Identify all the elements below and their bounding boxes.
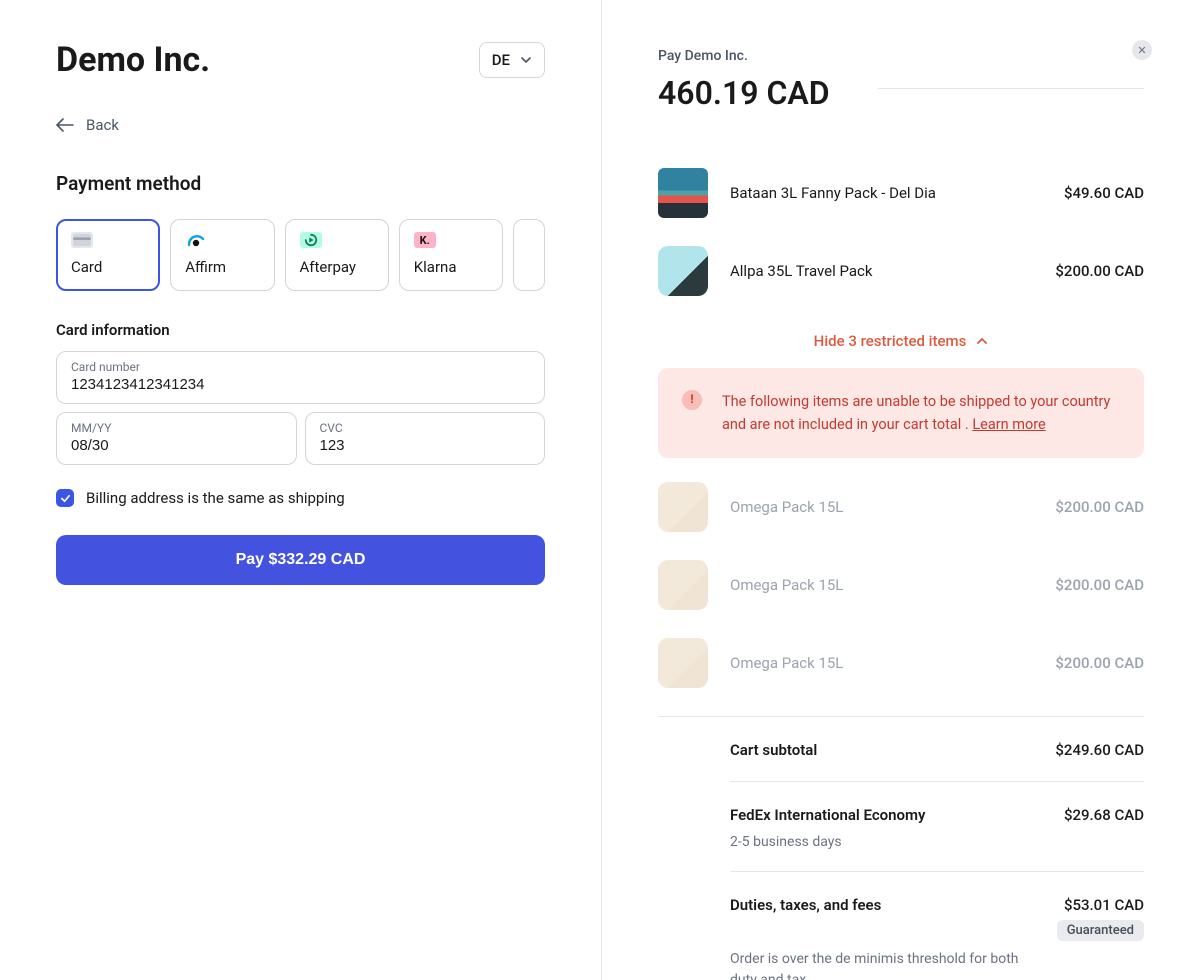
pay-button[interactable]: Pay $332.29 CAD <box>56 535 545 585</box>
shipping-label: FedEx International Economy <box>730 806 925 824</box>
product-price: $200.00 CAD <box>1055 576 1144 594</box>
line-item: Bataan 3L Fanny Pack - Del Dia $49.60 CA… <box>658 154 1144 232</box>
subtotal-label: Cart subtotal <box>730 741 817 759</box>
payment-method-title: Payment method <box>56 172 545 195</box>
card-expiry-input[interactable] <box>71 435 282 454</box>
card-number-field[interactable]: Card number <box>56 351 545 404</box>
payment-option-label: Affirm <box>185 258 259 276</box>
chevron-down-icon <box>520 54 532 66</box>
payment-option-afterpay[interactable]: Afterpay <box>285 219 389 291</box>
close-button[interactable]: ✕ <box>1132 40 1152 60</box>
product-name: Omega Pack 15L <box>730 654 1033 672</box>
payment-option-label: Card <box>71 258 145 276</box>
payment-option-card[interactable]: Card <box>56 219 160 291</box>
affirm-icon <box>185 232 207 248</box>
duties-value: $53.01 CAD <box>1064 896 1144 914</box>
card-number-label: Card number <box>71 360 530 374</box>
payment-option-klarna[interactable]: K. Klarna <box>399 219 503 291</box>
back-button[interactable]: Back <box>56 116 545 134</box>
warning-icon: ! <box>682 390 702 410</box>
billing-same-row[interactable]: Billing address is the same as shipping <box>56 489 545 507</box>
card-icon <box>71 232 93 248</box>
card-cvc-field[interactable]: CVC <box>305 412 546 465</box>
summary-section: Cart subtotal $249.60 CAD FedEx Internat… <box>658 717 1144 980</box>
card-cvc-input[interactable] <box>320 435 531 454</box>
subtotal-value: $249.60 CAD <box>1055 741 1144 759</box>
card-expiry-label: MM/YY <box>71 421 282 435</box>
card-number-input[interactable] <box>71 374 530 393</box>
restricted-warning: ! The following items are unable to be s… <box>658 368 1144 458</box>
pay-merchant-label: Pay Demo Inc. <box>658 48 1144 64</box>
duties-sub: Order is over the de minimis threshold f… <box>730 945 1030 980</box>
locale-value: DE <box>492 51 510 69</box>
line-item: Allpa 35L Travel Pack $200.00 CAD <box>658 232 1144 310</box>
product-price: $49.60 CAD <box>1064 184 1144 202</box>
line-item: Omega Pack 15L $200.00 CAD <box>658 546 1144 624</box>
card-expiry-field[interactable]: MM/YY <box>56 412 297 465</box>
restricted-items: Omega Pack 15L $200.00 CAD Omega Pack 15… <box>658 468 1144 702</box>
product-price: $200.00 CAD <box>1055 654 1144 672</box>
guaranteed-badge: Guaranteed <box>1057 920 1144 941</box>
product-thumbnail <box>658 560 708 610</box>
divider <box>878 88 1144 89</box>
klarna-icon: K. <box>414 232 436 248</box>
warning-text: The following items are unable to be shi… <box>722 393 1110 433</box>
restricted-toggle[interactable]: Hide 3 restricted items <box>658 310 1144 368</box>
payment-method-list: Card Affirm Afterpay K. Klarna <box>56 219 545 291</box>
locale-select[interactable]: DE <box>479 42 545 78</box>
product-thumbnail <box>658 638 708 688</box>
shipping-sub: 2-5 business days <box>730 828 1030 871</box>
payment-option-affirm[interactable]: Affirm <box>170 219 274 291</box>
chevron-up-icon <box>976 335 988 347</box>
line-items: Bataan 3L Fanny Pack - Del Dia $49.60 CA… <box>658 154 1144 310</box>
payment-panel: Demo Inc. DE Back Payment method Card <box>0 0 602 980</box>
close-icon: ✕ <box>1137 44 1146 57</box>
payment-option-label: Klarna <box>414 258 488 276</box>
product-name: Omega Pack 15L <box>730 498 1033 516</box>
merchant-name: Demo Inc. <box>56 40 210 80</box>
product-price: $200.00 CAD <box>1055 262 1144 280</box>
product-thumbnail <box>658 246 708 296</box>
payment-option-label: Afterpay <box>300 258 374 276</box>
shipping-value: $29.68 CAD <box>1064 806 1144 824</box>
order-total: 460.19 CAD <box>658 74 830 112</box>
product-name: Omega Pack 15L <box>730 576 1033 594</box>
billing-same-label: Billing address is the same as shipping <box>86 489 345 507</box>
product-price: $200.00 CAD <box>1055 498 1144 516</box>
duties-label: Duties, taxes, and fees <box>730 896 881 914</box>
order-summary-panel: ✕ Pay Demo Inc. 460.19 CAD Bataan 3L Fan… <box>602 0 1200 980</box>
card-cvc-label: CVC <box>320 421 531 435</box>
product-thumbnail <box>658 482 708 532</box>
product-thumbnail <box>658 168 708 218</box>
afterpay-icon <box>300 232 322 248</box>
product-name: Allpa 35L Travel Pack <box>730 262 1033 280</box>
product-name: Bataan 3L Fanny Pack - Del Dia <box>730 184 1042 202</box>
restricted-toggle-label: Hide 3 restricted items <box>814 332 967 350</box>
line-item: Omega Pack 15L $200.00 CAD <box>658 624 1144 702</box>
back-label: Back <box>86 116 119 134</box>
card-info-title: Card information <box>56 321 545 339</box>
arrow-left-icon <box>56 118 74 132</box>
line-item: Omega Pack 15L $200.00 CAD <box>658 468 1144 546</box>
payment-option-more[interactable] <box>513 219 545 291</box>
warning-learn-more-link[interactable]: Learn more <box>972 416 1045 433</box>
checkbox-checked-icon <box>56 489 74 507</box>
